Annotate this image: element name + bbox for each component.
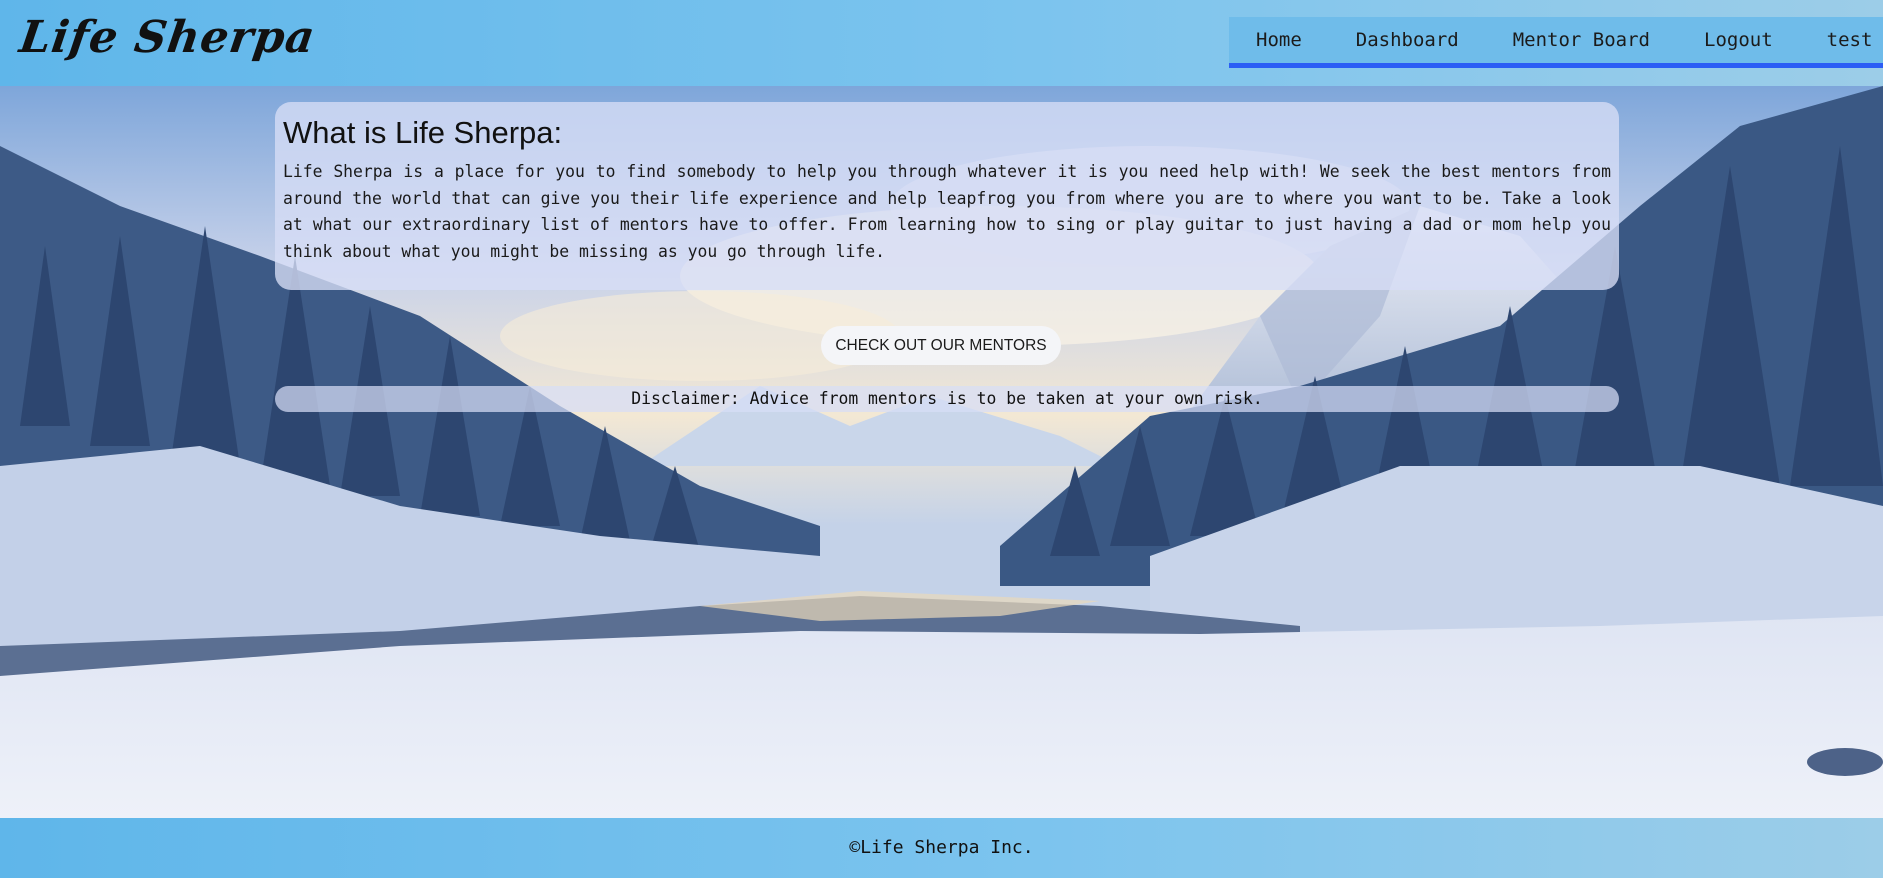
main-nav: Home Dashboard Mentor Board Logout test: [1229, 17, 1883, 68]
nav-dashboard[interactable]: Dashboard: [1329, 17, 1486, 63]
site-header: Life Sherpa Home Dashboard Mentor Board …: [0, 0, 1883, 86]
hero-background-image: What is Life Sherpa: Life Sherpa is a pl…: [0, 86, 1883, 818]
nav-user[interactable]: test: [1800, 17, 1883, 63]
about-panel: What is Life Sherpa: Life Sherpa is a pl…: [275, 102, 1619, 290]
nav-logout[interactable]: Logout: [1677, 17, 1800, 63]
check-out-mentors-button[interactable]: CHECK OUT OUR MENTORS: [821, 326, 1061, 365]
site-footer: ©Life Sherpa Inc.: [0, 818, 1883, 878]
nav-home[interactable]: Home: [1229, 17, 1329, 63]
nav-mentor-board[interactable]: Mentor Board: [1486, 17, 1677, 63]
disclaimer-banner: Disclaimer: Advice from mentors is to be…: [275, 386, 1619, 412]
site-logo[interactable]: Life Sherpa: [16, 12, 318, 63]
about-description: Life Sherpa is a place for you to find s…: [283, 162, 1611, 261]
about-title: What is Life Sherpa:: [283, 115, 563, 150]
